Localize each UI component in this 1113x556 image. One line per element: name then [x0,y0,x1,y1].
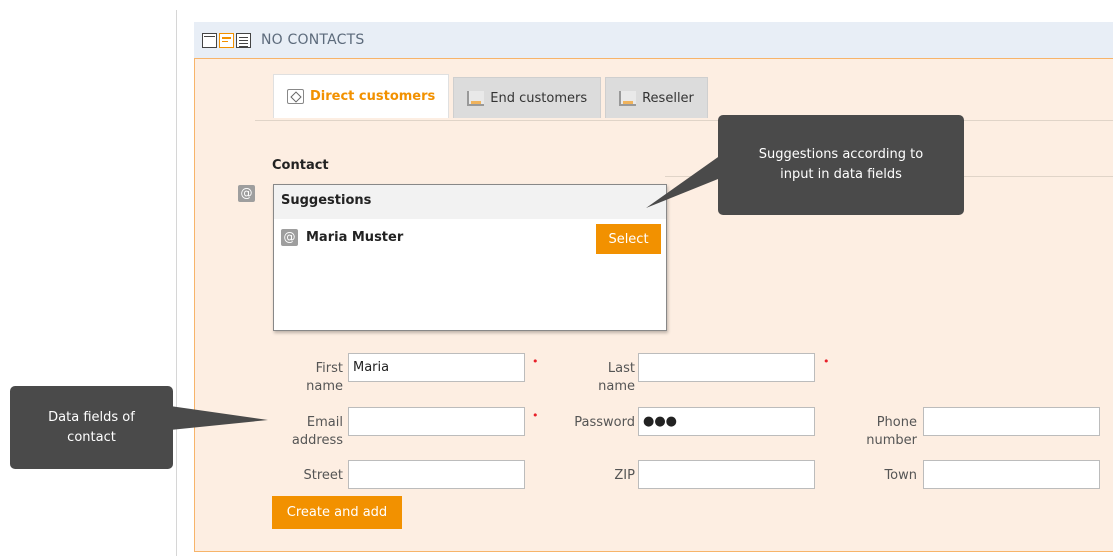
town-field[interactable] [923,460,1100,489]
phone-label: Phone number [866,415,917,448]
contact-panel: Direct customers End customers Reseller … [194,58,1113,552]
customer-type-tabs: Direct customers End customers Reseller [273,74,708,118]
tab-divider [255,120,1113,121]
callout-data-fields: Data fields of contact [10,386,173,469]
tab-end-customers[interactable]: End customers [453,77,602,118]
tab-reseller[interactable]: Reseller [605,77,708,118]
first-name-label: First name [306,361,343,394]
last-name-field[interactable] [638,353,815,382]
view-card-icon[interactable] [219,32,234,48]
callout-pointer [170,406,268,430]
town-label: Town [884,468,917,483]
chart-icon [467,90,485,106]
view-compact-icon[interactable] [202,32,217,48]
select-suggestion-button[interactable]: Select [596,224,661,254]
email-label: Email address [291,415,343,448]
tab-direct-customers[interactable]: Direct customers [273,74,450,118]
callout-suggestions: Suggestions according to input in data f… [718,115,964,215]
first-name-field[interactable] [348,353,525,382]
chart-icon [619,90,637,106]
suggestions-heading: Suggestions [274,185,666,219]
header-title: NO CONTACTS [261,32,365,48]
tab-label: End customers [490,90,588,106]
diamond-icon [287,89,304,104]
required-marker: • [823,355,830,368]
divider-line [176,10,177,556]
at-sign-icon: @ [281,228,298,246]
zip-label: ZIP [614,468,635,483]
street-field[interactable] [348,460,525,489]
suggestions-popup: Suggestions @ Maria Muster Select [273,184,667,331]
last-name-label: Last name [598,361,635,394]
street-label: Street [303,468,343,483]
contact-section-label: Contact [272,158,329,173]
password-field[interactable] [638,407,815,436]
callout-text: Data fields of contact [48,409,135,445]
required-marker: • [532,355,539,368]
password-label: Password [574,415,635,430]
phone-field[interactable] [923,407,1100,436]
create-and-add-button[interactable]: Create and add [272,496,402,529]
callout-pointer [646,150,728,208]
email-field[interactable] [348,407,525,436]
suggestion-name: Maria Muster [306,229,404,245]
tab-label: Direct customers [310,89,436,104]
list-header: NO CONTACTS [194,22,1113,58]
required-marker: • [532,409,539,422]
view-switcher [202,32,251,48]
tab-label: Reseller [642,90,694,106]
at-sign-icon: @ [238,185,255,202]
suggestion-item[interactable]: @ Maria Muster Select [274,219,666,255]
view-list-icon[interactable] [236,32,251,48]
zip-field[interactable] [638,460,815,489]
callout-text: Suggestions according to input in data f… [758,147,924,182]
